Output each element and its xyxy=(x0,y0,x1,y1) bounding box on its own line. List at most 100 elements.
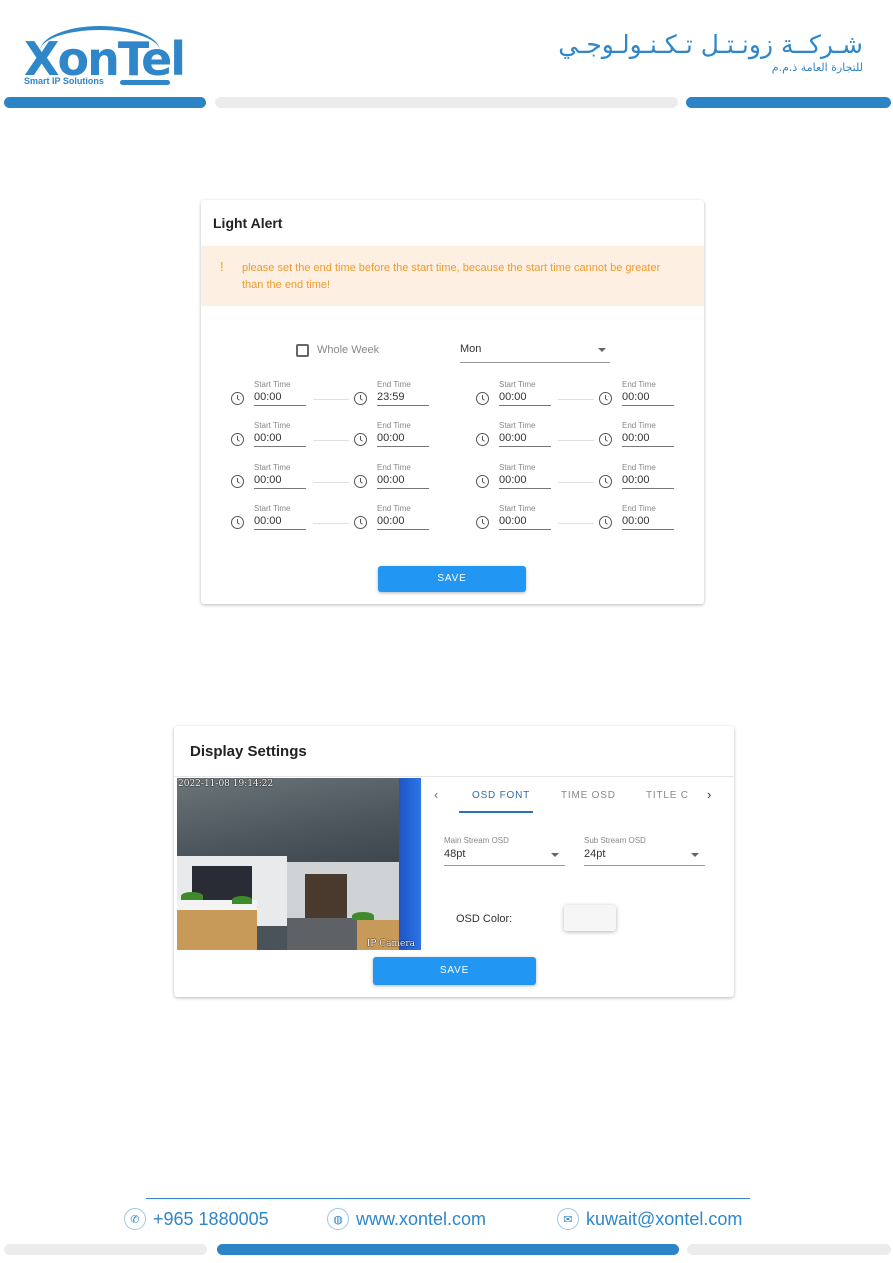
end-time-label: End Time xyxy=(377,504,411,513)
clock-icon xyxy=(599,475,612,488)
start-time-field[interactable]: Start Time 00:00 xyxy=(254,421,306,447)
main-stream-osd-select[interactable]: Main Stream OSD 48pt xyxy=(444,836,565,866)
footer-bar-right xyxy=(687,1244,891,1255)
company-name-arabic: شـركــة زونـتـل تـكـنـولـوجـي xyxy=(558,30,863,59)
start-time-field[interactable]: Start Time 00:00 xyxy=(499,463,551,489)
osd-color-picker[interactable] xyxy=(564,905,616,931)
range-separator xyxy=(313,482,349,483)
cam-counter xyxy=(177,900,257,950)
sub-stream-osd-select[interactable]: Sub Stream OSD 24pt xyxy=(584,836,705,866)
end-time-value: 00:00 xyxy=(377,514,429,530)
end-time-field[interactable]: End Time 00:00 xyxy=(622,463,674,489)
start-time-value: 00:00 xyxy=(254,431,306,447)
end-time-label: End Time xyxy=(622,504,656,513)
email-link[interactable]: kuwait@xontel.com xyxy=(586,1209,742,1230)
range-separator xyxy=(313,399,349,400)
main-stream-osd-label: Main Stream OSD xyxy=(444,836,509,845)
end-time-field[interactable]: End Time 00:00 xyxy=(377,421,429,447)
end-time-field[interactable]: End Time 23:59 xyxy=(377,380,429,406)
cam-plant xyxy=(232,896,252,904)
website-link[interactable]: www.xontel.com xyxy=(356,1209,486,1230)
clock-icon xyxy=(476,392,489,405)
camera-name-overlay: IP Camera xyxy=(366,939,415,949)
end-time-field[interactable]: End Time 00:00 xyxy=(622,504,674,530)
start-time-label: Start Time xyxy=(499,504,536,513)
day-select[interactable]: Mon xyxy=(460,343,610,363)
whole-week-label: Whole Week xyxy=(317,344,380,356)
warning-text: please set the end time before the start… xyxy=(242,262,661,291)
chevron-down-icon xyxy=(551,853,559,857)
logo-tagline: Smart IP Solutions xyxy=(24,76,104,86)
footer-email: ✉ kuwait@xontel.com xyxy=(557,1208,742,1230)
cam-plant xyxy=(181,892,203,900)
clock-icon xyxy=(354,516,367,529)
cam-window xyxy=(305,874,347,922)
display-settings-card: Display Settings 2022-11-08 19:14:22 IP … xyxy=(174,726,734,997)
main-stream-osd-value: 48pt xyxy=(444,848,466,860)
camera-preview: 2022-11-08 19:14:22 IP Camera xyxy=(177,778,421,950)
chevron-left-icon[interactable]: ‹ xyxy=(434,787,438,802)
start-time-value: 00:00 xyxy=(499,473,551,489)
range-separator xyxy=(558,523,594,524)
end-time-field[interactable]: End Time 00:00 xyxy=(377,504,429,530)
chevron-right-icon[interactable]: › xyxy=(707,787,711,802)
start-time-field[interactable]: Start Time 00:00 xyxy=(254,504,306,530)
card-title: Light Alert xyxy=(213,215,283,231)
sub-stream-osd-value: 24pt xyxy=(584,848,606,860)
save-button[interactable]: SAVE xyxy=(373,957,536,985)
end-time-field[interactable]: End Time 00:00 xyxy=(622,380,674,406)
start-time-value: 00:00 xyxy=(254,473,306,489)
clock-icon xyxy=(599,392,612,405)
start-time-label: Start Time xyxy=(499,421,536,430)
start-time-label: Start Time xyxy=(499,380,536,389)
end-time-field[interactable]: End Time 00:00 xyxy=(622,421,674,447)
clock-icon xyxy=(231,475,244,488)
clock-icon xyxy=(231,516,244,529)
save-button[interactable]: SAVE xyxy=(378,566,526,592)
start-time-value: 00:00 xyxy=(254,514,306,530)
start-time-value: 00:00 xyxy=(254,390,306,406)
range-separator xyxy=(313,440,349,441)
footer-divider xyxy=(146,1198,750,1199)
start-time-field[interactable]: Start Time 00:00 xyxy=(499,421,551,447)
cam-blue-edge xyxy=(399,778,421,950)
end-time-label: End Time xyxy=(622,421,656,430)
end-time-label: End Time xyxy=(377,380,411,389)
tab-title-osd[interactable]: TITLE C xyxy=(646,790,689,801)
osd-color-label: OSD Color: xyxy=(456,913,513,925)
clock-icon xyxy=(231,433,244,446)
tab-osd-font[interactable]: OSD FONT xyxy=(472,790,530,801)
start-time-field[interactable]: Start Time 00:00 xyxy=(499,504,551,530)
footer-phone: ✆ +965 1880005 xyxy=(124,1208,269,1230)
start-time-field[interactable]: Start Time 00:00 xyxy=(254,380,306,406)
start-time-field[interactable]: Start Time 00:00 xyxy=(254,463,306,489)
header-bar-right xyxy=(686,97,891,108)
clock-icon xyxy=(354,392,367,405)
cam-desk xyxy=(287,918,357,950)
footer-website: ◍ www.xontel.com xyxy=(327,1208,486,1230)
start-time-label: Start Time xyxy=(254,380,291,389)
whole-week-checkbox[interactable] xyxy=(296,344,309,357)
xontel-logo: XonTel Smart IP Solutions xyxy=(22,26,186,88)
phone-icon: ✆ xyxy=(124,1208,146,1230)
company-subtitle-arabic: للتجارة العامة ذ.م.م xyxy=(771,61,863,74)
sub-stream-osd-label: Sub Stream OSD xyxy=(584,836,646,845)
start-time-field[interactable]: Start Time 00:00 xyxy=(499,380,551,406)
end-time-field[interactable]: End Time 00:00 xyxy=(377,463,429,489)
clock-icon xyxy=(231,392,244,405)
logo-bar xyxy=(120,80,170,85)
chevron-down-icon xyxy=(691,853,699,857)
warning-icon: ! xyxy=(220,259,224,274)
footer-bar-left xyxy=(4,1244,207,1255)
end-time-label: End Time xyxy=(377,421,411,430)
cam-ceiling xyxy=(177,778,421,868)
start-time-value: 00:00 xyxy=(499,390,551,406)
clock-icon xyxy=(476,475,489,488)
range-separator xyxy=(558,482,594,483)
end-time-label: End Time xyxy=(622,463,656,472)
range-separator xyxy=(313,523,349,524)
tab-time-osd[interactable]: TIME OSD xyxy=(561,790,616,801)
clock-icon xyxy=(599,516,612,529)
start-time-value: 00:00 xyxy=(499,514,551,530)
end-time-value: 00:00 xyxy=(622,390,674,406)
